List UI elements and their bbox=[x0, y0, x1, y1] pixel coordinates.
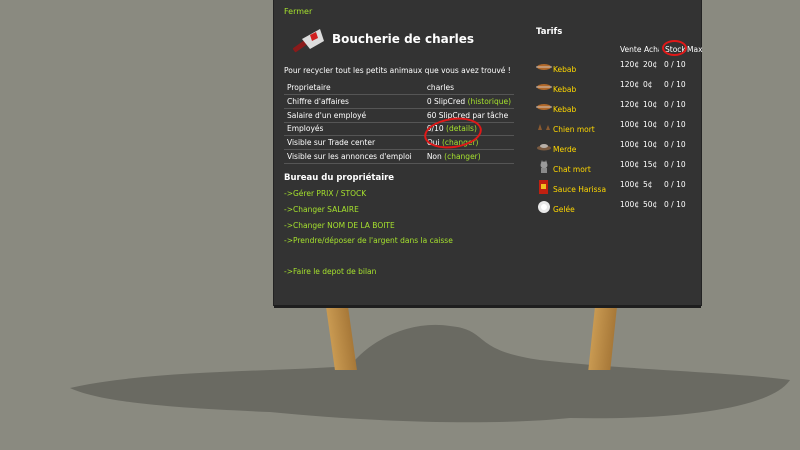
product-name[interactable]: Kebab bbox=[553, 65, 576, 74]
info-row-owner: Proprietaire charles bbox=[284, 81, 514, 96]
panel-edge bbox=[274, 305, 701, 308]
info-label: Visible sur les annonces d'emploi bbox=[284, 149, 424, 164]
col-header-vente: Vente bbox=[620, 45, 642, 54]
col-header-achat: Achat bbox=[644, 45, 659, 54]
product-price-sell: 100¢ bbox=[620, 180, 640, 189]
product-row[interactable]: Merde 100¢ 10¢ 0 / 10 bbox=[536, 140, 701, 160]
harissa-icon bbox=[539, 180, 548, 194]
info-label: Chiffre d'affaires bbox=[284, 94, 424, 109]
info-row-trade-center: Visible sur Trade center Oui (changer) bbox=[284, 135, 514, 150]
product-stock: 0 / 10 bbox=[664, 180, 686, 189]
product-name[interactable]: Merde bbox=[553, 145, 576, 154]
product-price-buy: 5¢ bbox=[643, 180, 653, 189]
product-name[interactable]: Chat mort bbox=[553, 165, 591, 174]
page-title: Boucherie de charles bbox=[332, 32, 475, 46]
product-price-buy: 20¢ bbox=[643, 60, 658, 69]
product-row[interactable]: Sauce Harissa 100¢ 5¢ 0 / 10 bbox=[536, 180, 701, 200]
product-name[interactable]: Kebab bbox=[553, 105, 576, 114]
product-price-buy: 15¢ bbox=[643, 160, 658, 169]
kebab-icon bbox=[536, 64, 552, 70]
kebab-icon bbox=[536, 84, 552, 90]
jelly-icon bbox=[538, 201, 550, 213]
shop-panel: Fermer Boucherie de charles Pour recycle… bbox=[273, 0, 703, 308]
product-name[interactable]: Chien mort bbox=[553, 125, 595, 134]
poop-icon bbox=[537, 144, 551, 151]
product-price-buy: 10¢ bbox=[643, 140, 658, 149]
close-link[interactable]: Fermer bbox=[284, 7, 312, 16]
product-stock: 0 / 10 bbox=[664, 140, 686, 149]
details-link[interactable]: (details) bbox=[446, 124, 477, 133]
product-price-buy: 50¢ bbox=[643, 200, 658, 209]
dead-cat-icon bbox=[540, 160, 548, 173]
change-trade-link[interactable]: (changer) bbox=[442, 138, 479, 147]
product-row[interactable]: Chat mort 100¢ 15¢ 0 / 10 bbox=[536, 160, 701, 180]
info-label: Proprietaire bbox=[284, 81, 424, 96]
info-label: Visible sur Trade center bbox=[284, 135, 424, 150]
owner-link[interactable]: charles bbox=[423, 81, 514, 96]
product-stock: 0 / 10 bbox=[664, 60, 686, 69]
product-name[interactable]: Kebab bbox=[553, 85, 576, 94]
change-name-link[interactable]: ->Changer NOM DE LA BOITE bbox=[284, 221, 395, 230]
col-header-max: Max bbox=[687, 45, 703, 54]
product-row[interactable]: Kebab 120¢ 10¢ 0 / 10 bbox=[536, 100, 701, 120]
info-row-employees: Employés 0/10 (details) bbox=[284, 122, 514, 137]
change-ads-link[interactable]: (changer) bbox=[444, 152, 481, 161]
product-row[interactable]: Kebab 120¢ 20¢ 0 / 10 bbox=[536, 60, 701, 80]
info-label: Employés bbox=[284, 122, 424, 137]
bankruptcy-link[interactable]: ->Faire le depot de bilan bbox=[284, 267, 376, 276]
product-price-sell: 100¢ bbox=[620, 200, 640, 209]
info-row-revenue: Chiffre d'affaires 0 SlipCred (historiqu… bbox=[284, 94, 514, 109]
info-value: 60 SlipCred par tâche bbox=[423, 108, 514, 123]
manage-price-stock-link[interactable]: ->Gérer PRIX / STOCK bbox=[284, 189, 366, 198]
product-name[interactable]: Gelée bbox=[553, 205, 575, 214]
info-value: 0 SlipCred bbox=[426, 97, 468, 107]
cleaver-icon bbox=[292, 29, 324, 53]
col-header-stock: Stock bbox=[665, 45, 686, 54]
product-stock: 0 / 10 bbox=[664, 100, 686, 109]
product-row[interactable]: Chien mort 100¢ 10¢ 0 / 10 bbox=[536, 120, 701, 140]
product-price-buy: 0¢ bbox=[643, 80, 653, 89]
product-row[interactable]: Gelée 100¢ 50¢ 0 / 10 bbox=[536, 200, 701, 220]
easel-shadow bbox=[70, 324, 790, 423]
product-price-sell: 120¢ bbox=[620, 80, 640, 89]
info-value: 0/10 bbox=[426, 124, 447, 134]
change-salary-link[interactable]: ->Changer SALAIRE bbox=[284, 205, 359, 214]
dead-dog-icon bbox=[538, 124, 550, 130]
cash-register-link[interactable]: ->Prendre/déposer de l'argent dans la ca… bbox=[284, 236, 453, 245]
product-price-buy: 10¢ bbox=[643, 100, 658, 109]
history-link[interactable]: (historique) bbox=[468, 97, 511, 106]
product-name[interactable]: Sauce Harissa bbox=[553, 185, 606, 194]
info-value: Oui bbox=[426, 138, 442, 148]
info-value: Non bbox=[426, 151, 445, 161]
product-price-sell: 100¢ bbox=[620, 140, 640, 149]
owner-office-title: Bureau du propriétaire bbox=[284, 173, 395, 183]
tarifs-title: Tarifs bbox=[536, 27, 563, 37]
product-price-sell: 100¢ bbox=[620, 160, 640, 169]
shop-info-table: Proprietaire charles Chiffre d'affaires … bbox=[284, 81, 514, 164]
info-label: Salaire d'un employé bbox=[284, 108, 424, 123]
product-stock: 0 / 10 bbox=[664, 80, 686, 89]
shop-description: Pour recycler tout les petits animaux qu… bbox=[284, 66, 511, 75]
product-stock: 0 / 10 bbox=[664, 200, 686, 209]
info-row-job-ads: Visible sur les annonces d'emploi Non (c… bbox=[284, 149, 514, 164]
product-row[interactable]: Kebab 120¢ 0¢ 0 / 10 bbox=[536, 80, 701, 100]
product-price-sell: 120¢ bbox=[620, 60, 640, 69]
product-price-sell: 100¢ bbox=[620, 120, 640, 129]
product-price-buy: 10¢ bbox=[643, 120, 658, 129]
product-stock: 0 / 10 bbox=[664, 120, 686, 129]
product-stock: 0 / 10 bbox=[664, 160, 686, 169]
kebab-icon bbox=[536, 104, 552, 110]
product-price-sell: 120¢ bbox=[620, 100, 640, 109]
info-row-salary: Salaire d'un employé 60 SlipCred par tâc… bbox=[284, 108, 514, 123]
